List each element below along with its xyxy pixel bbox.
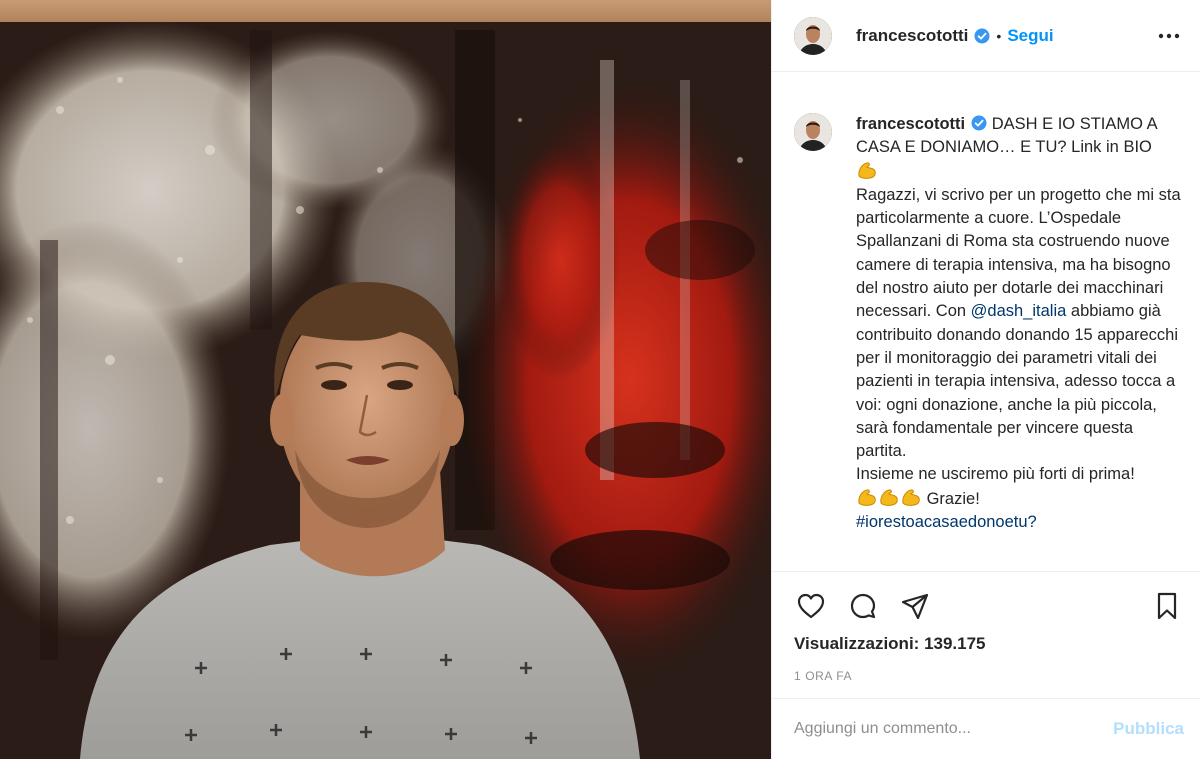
views-number: 139.175	[924, 634, 986, 653]
caption-text: francescototti DASH E IO STIAMO A CASA E…	[856, 113, 1184, 534]
verified-badge-icon	[974, 28, 990, 44]
profile-picture	[794, 113, 832, 151]
caption-thanks: Grazie!	[926, 489, 980, 508]
views-label: Visualizzazioni:	[794, 634, 920, 653]
avatar[interactable]	[794, 16, 832, 55]
caption-body-3: Insieme ne usciremo più forti di prima!	[856, 465, 1135, 484]
comment-input[interactable]	[794, 720, 1114, 738]
verified-badge-icon	[971, 115, 987, 131]
flexed-biceps-icon	[900, 487, 922, 507]
caption: francescototti DASH E IO STIAMO A CASA E…	[794, 113, 1184, 534]
caption-username[interactable]: francescototti	[856, 115, 965, 133]
header-username[interactable]: francescototti	[856, 26, 968, 46]
post-header: francescototti • Segui	[772, 0, 1200, 72]
flexed-biceps-icon	[856, 487, 878, 507]
publish-button[interactable]: Pubblica	[1113, 719, 1184, 739]
mention-link[interactable]: @dash_italia	[971, 302, 1067, 320]
more-options-icon[interactable]	[1158, 25, 1180, 47]
hashtag-link[interactable]: #iorestoacasaedonoetu?	[856, 513, 1037, 531]
add-comment-bar: Pubblica	[772, 698, 1200, 759]
heart-icon[interactable]	[794, 589, 828, 623]
paper-plane-icon[interactable]	[898, 589, 932, 623]
flexed-biceps-icon	[856, 160, 878, 180]
avatar[interactable]	[794, 113, 832, 151]
views-count[interactable]: Visualizzazioni: 139.175	[772, 634, 1200, 654]
flexed-biceps-icon	[878, 487, 900, 507]
caption-body-1: Ragazzi, vi scrivo per un progetto che m…	[856, 185, 1181, 321]
comments-area[interactable]: francescototti DASH E IO STIAMO A CASA E…	[772, 73, 1200, 571]
post-video[interactable]	[0, 0, 771, 759]
follow-button[interactable]: Segui	[1007, 26, 1053, 46]
instagram-post-modal: francescototti • Segui francescototti DA…	[0, 0, 1200, 759]
header-separator: •	[996, 27, 1002, 44]
post-timestamp[interactable]: 1 ora fa	[772, 669, 1200, 683]
action-buttons	[772, 572, 1200, 640]
caption-body-2: abbiamo già contribuito donando donando …	[856, 302, 1179, 461]
post-side-panel: francescototti • Segui francescototti DA…	[771, 0, 1200, 759]
video-frame	[0, 0, 771, 759]
profile-picture	[794, 16, 832, 55]
post-actions: Visualizzazioni: 139.175 1 ora fa Pubbli…	[772, 571, 1200, 759]
bookmark-icon[interactable]	[1150, 589, 1184, 623]
comment-bubble-icon[interactable]	[846, 589, 880, 623]
